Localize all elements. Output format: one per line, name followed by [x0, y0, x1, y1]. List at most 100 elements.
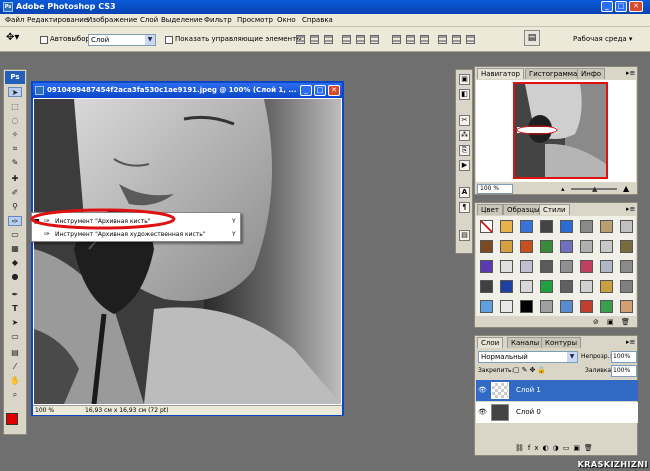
style-swatch[interactable]: [500, 280, 513, 293]
layer-comps-icon[interactable]: ▤: [459, 230, 470, 241]
distribute-left-icon[interactable]: [438, 35, 447, 44]
style-swatch[interactable]: [600, 280, 613, 293]
maximize-button[interactable]: □: [615, 1, 627, 12]
tab-layers[interactable]: Слои: [477, 337, 504, 348]
style-swatch[interactable]: [520, 300, 533, 313]
menu-view[interactable]: Просмотр: [237, 16, 273, 24]
style-swatch[interactable]: [480, 220, 493, 233]
blur-tool-icon[interactable]: ◆: [8, 258, 22, 268]
style-swatch[interactable]: [580, 240, 593, 253]
align-top-icon[interactable]: [296, 35, 305, 44]
style-swatch[interactable]: [600, 220, 613, 233]
align-hcenter-icon[interactable]: [356, 35, 365, 44]
zoom-slider-handle[interactable]: ▲: [592, 185, 597, 193]
style-swatch[interactable]: [540, 300, 553, 313]
autoselect-checkbox[interactable]: [40, 36, 48, 44]
style-swatch[interactable]: [600, 300, 613, 313]
zoom-field[interactable]: 100 %: [35, 406, 54, 416]
tab-color[interactable]: Цвет: [477, 204, 503, 215]
clear-style-icon[interactable]: ⊘: [593, 318, 599, 326]
style-swatch[interactable]: [500, 220, 513, 233]
gradient-tool-icon[interactable]: ▦: [8, 244, 22, 254]
zoom-tool-icon[interactable]: ⌕: [8, 390, 22, 400]
tab-info[interactable]: Инфо: [577, 68, 606, 79]
character-panel-icon[interactable]: A: [459, 187, 470, 198]
minimize-button[interactable]: _: [601, 1, 613, 12]
eye-icon[interactable]: 👁: [478, 408, 487, 416]
style-swatch[interactable]: [540, 240, 553, 253]
style-swatch[interactable]: [500, 300, 513, 313]
distribute-right-icon[interactable]: [466, 35, 475, 44]
workspace-button[interactable]: Рабочая среда ▾: [573, 35, 632, 43]
align-left-icon[interactable]: [342, 35, 351, 44]
marquee-tool-icon[interactable]: ⬚: [8, 102, 22, 112]
history-brush-icon[interactable]: ✑: [8, 216, 22, 226]
align-bottom-icon[interactable]: [324, 35, 333, 44]
style-swatch[interactable]: [540, 220, 553, 233]
fill-field[interactable]: 100%: [611, 365, 637, 377]
align-right-icon[interactable]: [370, 35, 379, 44]
menu-help[interactable]: Справка: [302, 16, 333, 24]
style-swatch[interactable]: [580, 280, 593, 293]
style-swatch[interactable]: [620, 220, 633, 233]
photo-canvas[interactable]: [34, 99, 341, 404]
show-controls-checkbox[interactable]: [165, 36, 173, 44]
menu-file[interactable]: Файл: [5, 16, 24, 24]
style-swatch[interactable]: [560, 280, 573, 293]
autoselect-dropdown[interactable]: Слой ▼: [88, 34, 156, 46]
navigator-zoom-field[interactable]: 100 %: [477, 184, 513, 194]
doc-minimize-button[interactable]: _: [300, 85, 312, 96]
dodge-tool-icon[interactable]: ●: [8, 272, 22, 282]
distribute-bottom-icon[interactable]: [420, 35, 429, 44]
align-vcenter-icon[interactable]: [310, 35, 319, 44]
lasso-tool-icon[interactable]: ◌: [8, 116, 22, 126]
distribute-hcenter-icon[interactable]: [452, 35, 461, 44]
style-swatch[interactable]: [620, 280, 633, 293]
move-tool-icon[interactable]: ✥▾: [6, 32, 19, 43]
eyedropper-icon[interactable]: ✎: [8, 158, 22, 168]
panel-menu-icon[interactable]: ▸≡: [626, 338, 635, 346]
tool-presets-icon[interactable]: ✂: [459, 115, 470, 126]
style-swatch[interactable]: [500, 260, 513, 273]
magic-wand-icon[interactable]: ✧: [8, 130, 22, 140]
path-select-icon[interactable]: ➤: [8, 318, 22, 328]
eraser-icon[interactable]: ▭: [8, 230, 22, 240]
style-swatch[interactable]: [480, 240, 493, 253]
style-swatch[interactable]: [540, 280, 553, 293]
menu-layer[interactable]: Слой: [140, 16, 158, 24]
panel-well-icon[interactable]: ▤: [524, 30, 540, 46]
brushes-panel-icon[interactable]: ⁂: [459, 130, 470, 141]
blend-mode-dropdown[interactable]: Нормальный ▼: [478, 351, 578, 363]
style-swatch[interactable]: [520, 240, 533, 253]
panel-menu-icon[interactable]: ▸≡: [626, 205, 635, 213]
crop-tool-icon[interactable]: ⌗: [8, 144, 22, 154]
opacity-field[interactable]: 100%: [611, 351, 637, 363]
style-swatch[interactable]: [600, 260, 613, 273]
clone-stamp-icon[interactable]: ⚲: [8, 202, 22, 212]
style-swatch[interactable]: [480, 280, 493, 293]
menu-filter[interactable]: Фильтр: [204, 16, 232, 24]
doc-close-button[interactable]: ✕: [328, 85, 340, 96]
layers-footer-icons[interactable]: ⛓fx◐◑▭▣🗑: [475, 444, 637, 455]
distribute-top-icon[interactable]: [392, 35, 401, 44]
eye-icon[interactable]: 👁: [478, 386, 487, 394]
history-panel-icon[interactable]: ⎘: [459, 145, 470, 156]
new-style-icon[interactable]: ▣: [607, 318, 614, 326]
tab-swatches[interactable]: Образцы: [503, 204, 544, 215]
style-swatch[interactable]: [580, 300, 593, 313]
pen-tool-icon[interactable]: ✒: [8, 290, 22, 300]
style-swatch[interactable]: [560, 260, 573, 273]
hand-tool-icon[interactable]: ✋: [8, 376, 22, 386]
tab-styles[interactable]: Стили: [539, 204, 570, 215]
zoom-out-icon[interactable]: ▴: [561, 185, 565, 193]
move-tool-icon[interactable]: ➤: [8, 87, 22, 97]
panel-menu-icon[interactable]: ▸≡: [626, 69, 635, 77]
doc-maximize-button[interactable]: □: [314, 85, 326, 96]
style-swatch[interactable]: [560, 300, 573, 313]
style-swatch[interactable]: [560, 220, 573, 233]
navigator-panel-icon[interactable]: ▣: [459, 74, 470, 85]
menu-window[interactable]: Окно: [277, 16, 296, 24]
style-swatch[interactable]: [480, 300, 493, 313]
trash-icon[interactable]: 🗑: [621, 318, 630, 326]
brush-tool-icon[interactable]: ✐: [8, 188, 22, 198]
